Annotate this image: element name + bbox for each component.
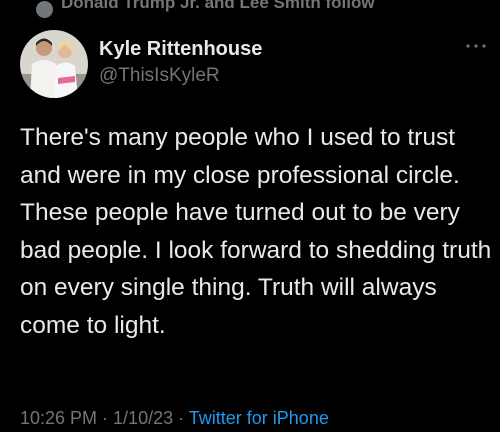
author-name[interactable]: Kyle Rittenhouse — [99, 38, 262, 61]
profile-photo-icon — [20, 30, 88, 98]
more-options-icon[interactable] — [464, 38, 488, 54]
tweet-date[interactable]: 1/10/23 — [113, 408, 173, 428]
follow-avatar-icon — [36, 0, 53, 18]
tweet-meta: 10:26 PM · 1/10/23 · Twitter for iPhone — [20, 408, 329, 429]
meta-separator: · — [173, 408, 189, 428]
tweet-source[interactable]: Twitter for iPhone — [189, 408, 329, 428]
tweet-time[interactable]: 10:26 PM — [20, 408, 97, 428]
tweet-text: There's many people who I used to trust … — [20, 124, 492, 339]
meta-separator: · — [97, 408, 114, 428]
author-handle[interactable]: @ThisIsKyleR — [99, 65, 220, 87]
social-context[interactable]: Donald Trump Jr. and Lee Smith follow — [36, 0, 375, 18]
social-context-text: Donald Trump Jr. and Lee Smith follow — [61, 0, 375, 12]
avatar[interactable] — [20, 30, 88, 98]
